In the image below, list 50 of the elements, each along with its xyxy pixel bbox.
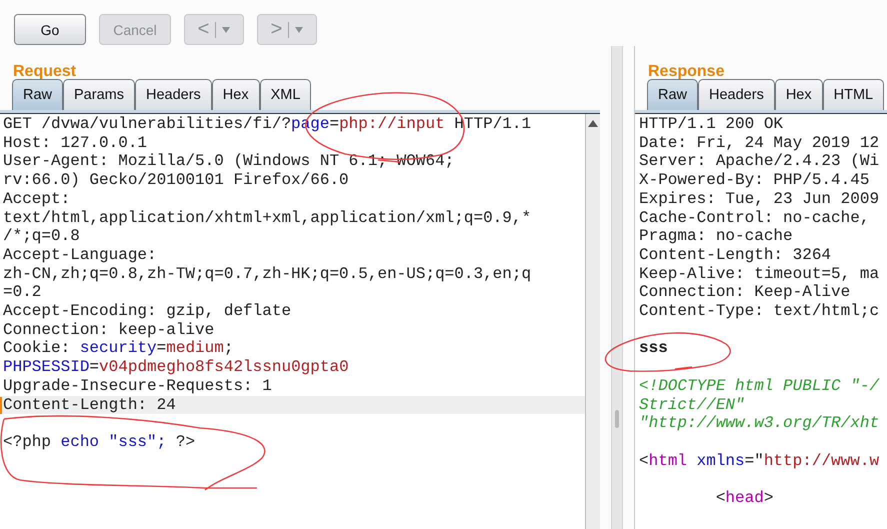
tab[interactable]: Raw: [12, 79, 64, 110]
code-line: <head>: [714, 489, 774, 508]
tab[interactable]: Headers: [134, 79, 212, 110]
tab[interactable]: Headers: [698, 79, 775, 110]
splitter-grip-icon[interactable]: [615, 410, 619, 428]
code-line: Cache-Control: no-cache,: [639, 208, 870, 228]
toolbar-button[interactable]: Go: [14, 14, 86, 45]
code-line: Cookie: security=medium;: [3, 339, 234, 358]
code-line: <html xmlns="http://www.w: [639, 452, 880, 470]
code-line: Pragma: no-cache: [639, 227, 794, 246]
message-editor[interactable]: [0, 114, 585, 529]
code-line: Accept-Language:: [3, 246, 158, 265]
code-line: =0.2: [3, 283, 42, 302]
tab[interactable]: Hex: [212, 79, 260, 110]
code-line: Connection: keep-alive: [3, 320, 216, 340]
caret-icon: [295, 26, 304, 32]
code-line: <!DOCTYPE html PUBLIC "-/: [639, 376, 880, 396]
scroll-up-icon[interactable]: [588, 120, 598, 127]
code-line: Content-Type: text/html;c: [639, 302, 880, 321]
code-line: Accept-Encoding: gzip, deflate: [3, 302, 292, 321]
code-line: Host: 127.0.0.1: [3, 134, 148, 152]
caret-icon: [222, 26, 230, 32]
tab[interactable]: Hex: [774, 79, 823, 110]
code-line: Accept:: [3, 190, 72, 209]
code-line: HTTP/1.1 200 OK: [639, 115, 784, 134]
code-line: Date: Fri, 24 May 2019 12: [639, 134, 880, 152]
code-line: zh-CN,zh;q=0.8,zh-TW;q=0.7,zh-HK;q=0.5,en-US;q=0.3,en;q: [3, 264, 532, 284]
code-line: X-Powered-By: PHP/5.4.45: [639, 171, 870, 190]
code-line: Upgrade-Insecure-Requests: 1: [3, 376, 273, 396]
tab[interactable]: HTML: [822, 79, 884, 110]
tab[interactable]: XML: [260, 79, 312, 110]
panel-title: Request: [12, 62, 78, 79]
tab[interactable]: Raw: [647, 79, 698, 110]
code-line: rv:66.0) Gecko/20100101 Firefox/66.0: [3, 171, 350, 190]
tab[interactable]: Params: [63, 79, 135, 110]
scrollbar[interactable]: [585, 114, 600, 529]
code-line: sss: [639, 339, 669, 358]
code-line: <?php echo "sss"; ?>: [3, 432, 196, 452]
message-editor[interactable]: [635, 114, 887, 529]
code-line: /*;q=0.8: [3, 227, 81, 246]
code-line: "http://www.w3.org/TR/xht: [639, 414, 880, 433]
panel-title: Response: [647, 62, 726, 79]
code-line: Server: Apache/2.4.23 (Wi: [639, 152, 880, 172]
code-line: PHPSESSID=v04pdmegho8fs42lssnu0gpta0: [3, 358, 350, 377]
code-line: Connection: Keep-Alive: [639, 283, 852, 302]
code-line: Content-Length: 3264: [639, 246, 832, 265]
code-line: Strict//EN": [639, 396, 746, 414]
code-line: text/html,application/xhtml+xml,application/xml;q=0.9,*: [3, 208, 532, 228]
code-line: Expires: Tue, 23 Jun 2009: [639, 190, 880, 209]
code-line: Keep-Alive: timeout=5, ma: [639, 264, 880, 284]
